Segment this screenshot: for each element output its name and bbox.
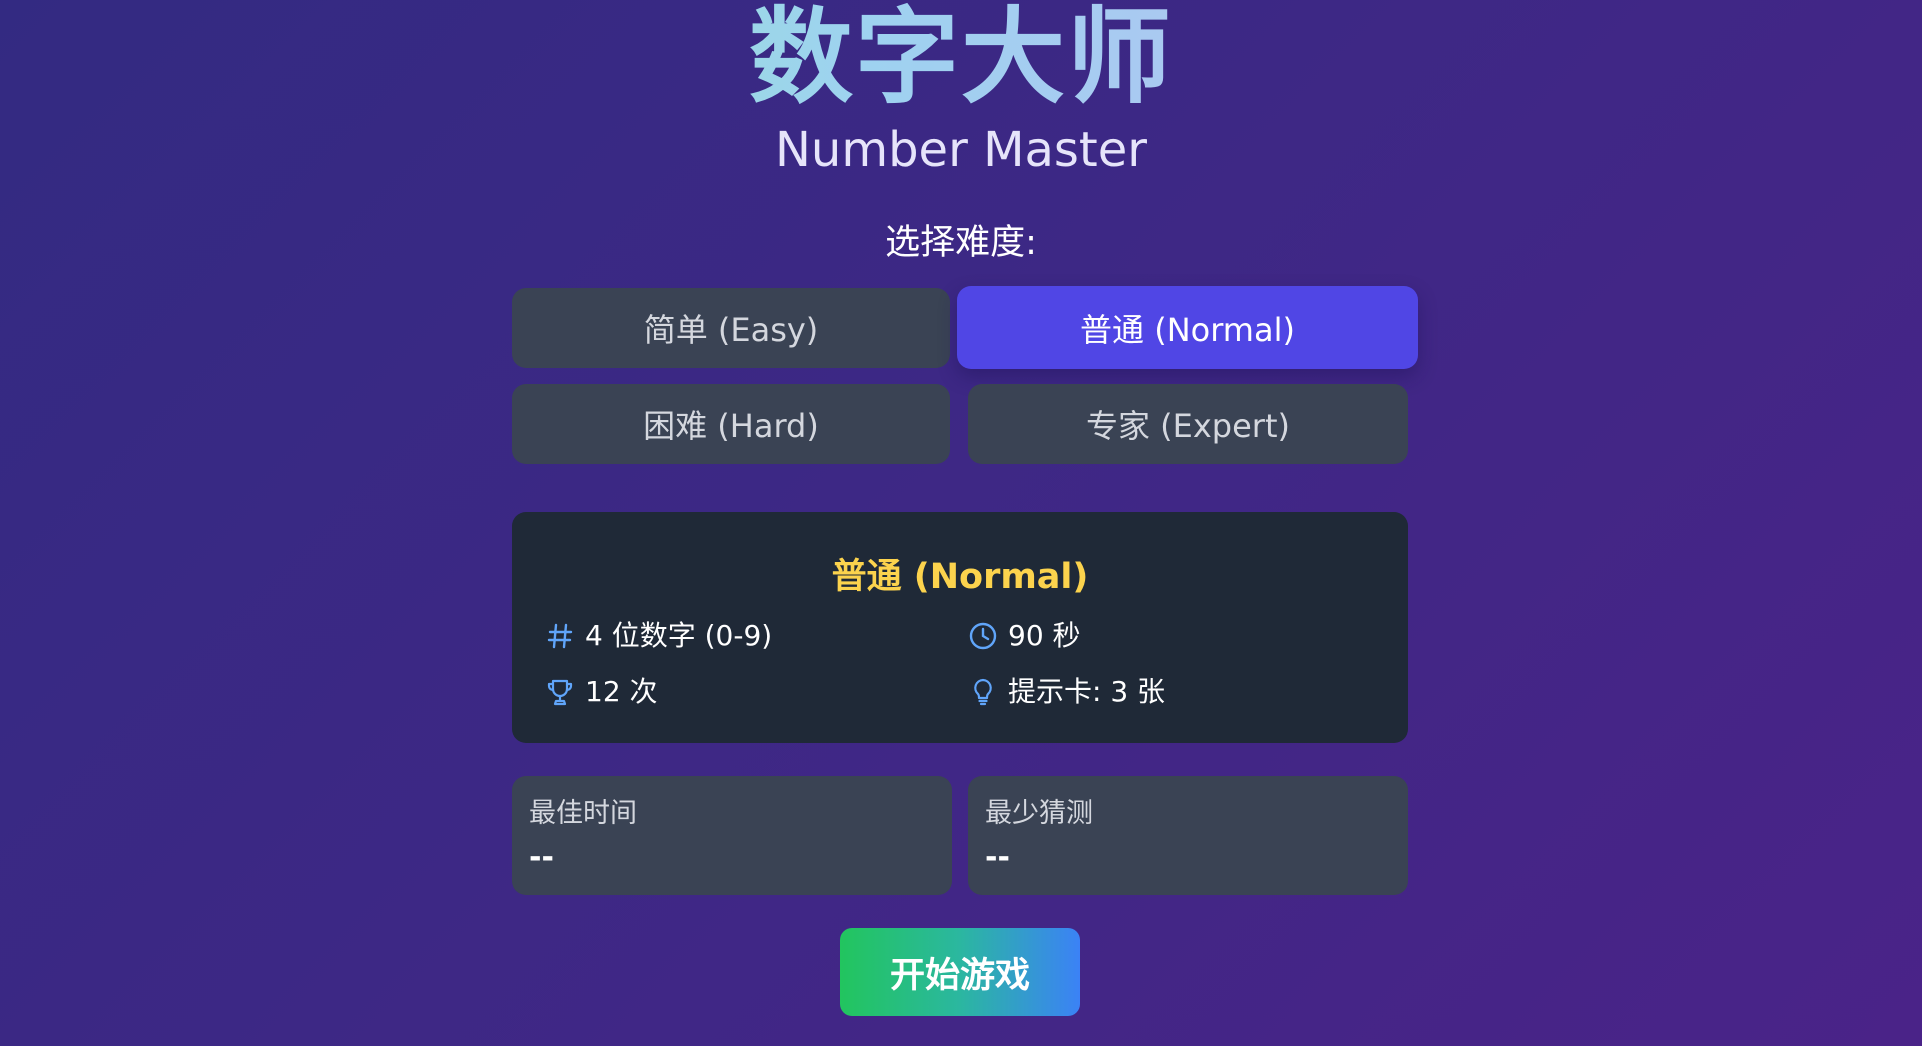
- hash-icon: [543, 619, 577, 653]
- difficulty-hard-button[interactable]: 困难 (Hard): [512, 384, 950, 464]
- least-guesses-label: 最少猜测: [985, 798, 1093, 829]
- least-guesses-card: 最少猜测 --: [968, 776, 1408, 895]
- time-info: 90 秒: [966, 616, 1081, 656]
- difficulty-expert-button[interactable]: 专家 (Expert): [968, 384, 1408, 464]
- hints-info: 提示卡: 3 张: [966, 672, 1165, 712]
- app-root: 数字大师 Number Master 选择难度: 简单 (Easy) 普通 (N…: [0, 0, 1922, 1046]
- attempts-info: 12 次: [543, 672, 658, 712]
- start-game-button[interactable]: 开始游戏: [840, 928, 1080, 1016]
- best-time-card: 最佳时间 --: [512, 776, 952, 895]
- digits-info-text: 4 位数字 (0-9): [585, 619, 773, 652]
- time-info-text: 90 秒: [1008, 619, 1081, 652]
- best-time-value: --: [529, 840, 554, 875]
- digits-info: 4 位数字 (0-9): [543, 616, 772, 656]
- app-title-english: Number Master: [775, 122, 1147, 178]
- lightbulb-icon: [966, 675, 1000, 709]
- attempts-info-text: 12 次: [585, 675, 658, 708]
- best-time-label: 最佳时间: [529, 798, 637, 829]
- app-title-chinese: 数字大师: [0, 0, 1922, 115]
- difficulty-easy-button[interactable]: 简单 (Easy): [512, 288, 950, 368]
- least-guesses-value: --: [985, 840, 1010, 875]
- trophy-icon: [543, 675, 577, 709]
- difficulty-label: 选择难度:: [885, 223, 1037, 263]
- difficulty-normal-button[interactable]: 普通 (Normal): [957, 286, 1418, 369]
- info-card-title: 普通 (Normal): [831, 557, 1089, 597]
- hints-info-text: 提示卡: 3 张: [1008, 675, 1166, 708]
- clock-icon: [966, 619, 1000, 653]
